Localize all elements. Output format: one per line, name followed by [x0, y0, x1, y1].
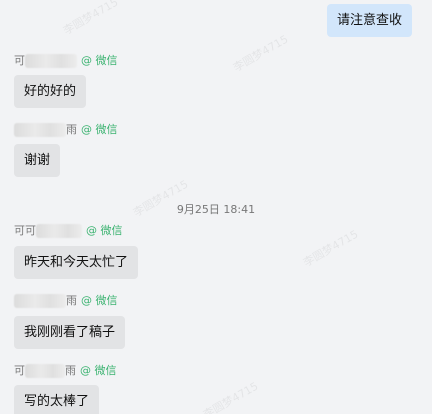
watermark: 李圆梦4715 [301, 227, 361, 270]
sender-name: 雨 [14, 121, 77, 137]
sender-row: 可雨 @ 微信 [14, 362, 117, 378]
sender-row: 雨 @ 微信 [14, 121, 118, 137]
sender-name: 雨 [14, 292, 77, 308]
sender-row: 雨 @ 微信 [14, 292, 118, 308]
watermark: 李圆梦4715 [231, 32, 291, 75]
watermark: 李圆梦4715 [201, 379, 261, 414]
wechat-source-tag: @ 微信 [81, 123, 118, 136]
name-redaction [36, 224, 82, 238]
wechat-source-tag: @ 微信 [86, 224, 123, 237]
wechat-source-tag: @ 微信 [81, 294, 118, 307]
wechat-source-tag: @ 微信 [81, 54, 118, 67]
name-redaction [14, 123, 66, 137]
incoming-message-bubble[interactable]: 我刚刚看了稿子 [14, 316, 126, 349]
incoming-message-bubble[interactable]: 写的太棒了 [14, 385, 100, 414]
outgoing-message-bubble[interactable]: 请注意查收 [327, 4, 412, 37]
name-redaction [25, 364, 65, 378]
sender-name: 可 [14, 52, 77, 68]
name-redaction [14, 294, 66, 308]
incoming-message-bubble[interactable]: 昨天和今天太忙了 [14, 246, 139, 279]
watermark: 李圆梦4715 [61, 0, 121, 38]
sender-name: 可可 [14, 222, 82, 238]
incoming-message-bubble[interactable]: 好的好的 [14, 75, 87, 108]
message-timestamp: 9月25日 18:41 [176, 203, 256, 216]
sender-name: 可雨 [14, 364, 76, 378]
wechat-source-tag: @ 微信 [80, 364, 117, 377]
name-redaction [25, 54, 77, 68]
sender-row: 可 @ 微信 [14, 52, 118, 68]
chat-panel: 李圆梦4715 李圆梦4715 李圆梦4715 李圆梦4715 李圆梦4715 … [0, 0, 432, 414]
sender-row: 可可 @ 微信 [14, 222, 123, 238]
incoming-message-bubble[interactable]: 谢谢 [14, 144, 61, 177]
